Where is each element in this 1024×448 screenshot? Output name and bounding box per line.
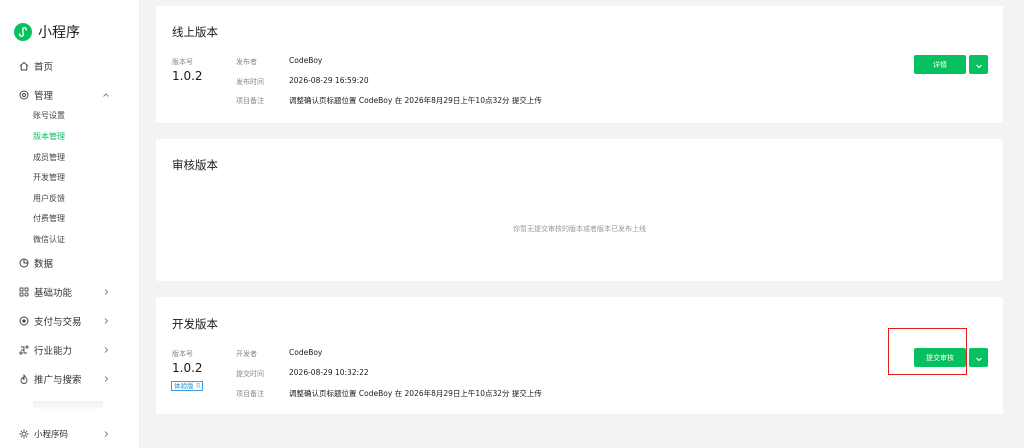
- nav-item-manage[interactable]: 管理: [18, 87, 118, 103]
- chevron-right-icon: [102, 317, 110, 325]
- publisher-value: CodeBoy: [289, 56, 323, 65]
- chevron-right-icon: [102, 346, 110, 354]
- industry-icon: [18, 345, 29, 356]
- nav-item-promotion[interactable]: 推广与搜索: [18, 371, 118, 387]
- online-version-title: 线上版本: [172, 25, 218, 39]
- version-label: 版本号: [172, 350, 193, 358]
- nav-label-data: 数据: [34, 259, 54, 270]
- home-icon: [18, 61, 29, 72]
- nav-item-basic-features[interactable]: 基础功能: [18, 284, 118, 300]
- app-logo[interactable]: 小程序: [14, 22, 80, 42]
- nav-item-industry[interactable]: 行业能力: [18, 342, 118, 358]
- sun-icon: [18, 429, 29, 440]
- nav-label-basic-features: 基础功能: [34, 288, 73, 299]
- nav-label-home: 首页: [34, 62, 54, 73]
- version-number: 1.0.2: [172, 361, 203, 375]
- sidebar-item-account-settings[interactable]: 账号设置: [33, 110, 65, 122]
- sidebar: 小程序 首页 管理 账号设置 版本管理 成员管理 开发管理 用户反馈 付费管理 …: [0, 0, 140, 448]
- dev-version-title: 开发版本: [172, 317, 218, 331]
- nav-label-promotion: 推广与搜索: [34, 375, 82, 386]
- note-key: 项目备注: [236, 390, 264, 398]
- flame-icon: [18, 374, 29, 385]
- sidebar-item-version-management[interactable]: 版本管理: [33, 131, 65, 143]
- online-version-card: 线上版本 版本号 1.0.2 发布者 CodeBoy 发布时间 2026-08-…: [156, 6, 1003, 123]
- nav-item-payment[interactable]: 支付与交易: [18, 313, 118, 329]
- publish-time-value: 2026-08-29 16:59:20: [289, 76, 369, 85]
- review-version-title: 审核版本: [172, 158, 218, 172]
- nav-label-qrcode: 小程序码: [34, 430, 69, 440]
- nav-item-data[interactable]: 数据: [18, 255, 118, 271]
- submit-time-value: 2026-08-29 10:32:22: [289, 368, 369, 377]
- nav-item-faded: [33, 401, 103, 409]
- review-empty-message: 你暂无提交审核的版本或者版本已发布上线: [513, 225, 646, 233]
- dev-more-dropdown[interactable]: [969, 348, 988, 367]
- sidebar-item-dev-management[interactable]: 开发管理: [33, 172, 65, 184]
- note-value: 调整确认页标题位置 CodeBoy 在 2026年8月29日上午10点32分 提…: [289, 96, 542, 105]
- publish-time-key: 发布时间: [236, 78, 264, 86]
- publisher-key: 发布者: [236, 58, 257, 66]
- chevron-down-icon: [975, 348, 983, 367]
- sidebar-item-payment-management[interactable]: 付费管理: [33, 213, 65, 225]
- developer-key: 开发者: [236, 350, 257, 358]
- chevron-down-icon: [975, 55, 983, 74]
- chevron-right-icon: [102, 430, 110, 438]
- chevron-up-icon: [102, 91, 110, 99]
- manage-icon: [18, 90, 29, 101]
- sidebar-item-member-management[interactable]: 成员管理: [33, 152, 65, 164]
- nav-label-payment: 支付与交易: [34, 317, 82, 328]
- nav-label-industry: 行业能力: [34, 346, 73, 357]
- review-version-card: 审核版本 你暂无提交审核的版本或者版本已发布上线: [156, 139, 1003, 281]
- pie-chart-icon: [18, 258, 29, 269]
- payment-icon: [18, 316, 29, 327]
- nav-item-home[interactable]: 首页: [18, 58, 118, 74]
- annotation-highlight-box: [888, 328, 967, 375]
- detail-button[interactable]: 详情: [914, 55, 966, 74]
- miniprogram-logo-icon: [14, 23, 32, 41]
- trial-version-tag[interactable]: 体验版 ⠿: [171, 381, 204, 391]
- nav-item-qrcode[interactable]: 小程序码: [18, 426, 118, 442]
- app-name: 小程序: [38, 25, 80, 41]
- online-more-dropdown[interactable]: [969, 55, 988, 74]
- version-number: 1.0.2: [172, 69, 203, 83]
- note-value: 调整确认页标题位置 CodeBoy 在 2026年8月29日上午10点32分 提…: [289, 389, 542, 398]
- chevron-right-icon: [102, 288, 110, 296]
- developer-value: CodeBoy: [289, 348, 323, 357]
- nav-label-manage: 管理: [34, 91, 54, 102]
- dev-version-card: 开发版本 版本号 1.0.2 体验版 ⠿ 开发者 CodeBoy 提交时间 20…: [156, 297, 1003, 414]
- sidebar-item-wechat-certification[interactable]: 微信认证: [33, 234, 65, 246]
- chevron-right-icon: [102, 375, 110, 383]
- note-key: 项目备注: [236, 97, 264, 105]
- grid-icon: [18, 287, 29, 298]
- sidebar-item-user-feedback[interactable]: 用户反馈: [33, 193, 65, 205]
- submit-time-key: 提交时间: [236, 370, 264, 378]
- version-label: 版本号: [172, 58, 193, 66]
